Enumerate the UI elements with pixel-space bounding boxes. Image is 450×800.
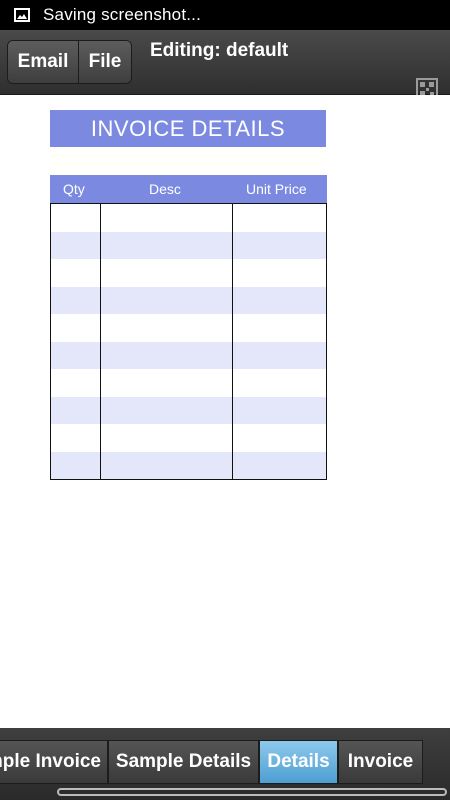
tab-details[interactable]: Details bbox=[259, 740, 338, 784]
table-row[interactable] bbox=[51, 259, 326, 287]
table-row[interactable] bbox=[51, 396, 326, 424]
table-row[interactable] bbox=[51, 424, 326, 452]
column-divider bbox=[232, 204, 233, 479]
table-row[interactable] bbox=[51, 286, 326, 314]
invoice-table-body bbox=[50, 203, 327, 480]
table-row[interactable] bbox=[51, 204, 326, 232]
file-button[interactable]: File bbox=[79, 41, 131, 83]
tab-strip[interactable]: Sample Invoice Sample Details Details In… bbox=[0, 740, 450, 784]
invoice-title: INVOICE DETAILS bbox=[50, 110, 326, 147]
invoice-spacer bbox=[50, 147, 326, 175]
column-header-qty: Qty bbox=[63, 181, 85, 197]
tab-invoice[interactable]: Invoice bbox=[338, 740, 423, 784]
invoice-canvas: INVOICE DETAILS Qty Desc Unit Price bbox=[0, 95, 450, 728]
email-button[interactable]: Email bbox=[8, 41, 79, 83]
invoice-table: Qty Desc Unit Price bbox=[50, 175, 327, 480]
table-row[interactable] bbox=[51, 314, 326, 342]
image-icon bbox=[14, 8, 30, 22]
column-divider bbox=[100, 204, 101, 479]
horizontal-scrollbar[interactable] bbox=[57, 788, 447, 796]
table-row[interactable] bbox=[51, 369, 326, 397]
tab-sample-invoice[interactable]: Sample Invoice bbox=[0, 740, 108, 784]
column-header-desc: Desc bbox=[149, 181, 181, 197]
invoice-table-header: Qty Desc Unit Price bbox=[50, 175, 327, 203]
toolbar-button-group: Email File bbox=[7, 40, 132, 84]
status-bar: Saving screenshot... bbox=[0, 0, 450, 30]
column-header-unit-price: Unit Price bbox=[246, 181, 307, 197]
notification-text: Saving screenshot... bbox=[43, 5, 202, 24]
page-title: Editing: default bbox=[150, 40, 289, 61]
table-row[interactable] bbox=[51, 231, 326, 259]
bottom-tab-bar: Sample Invoice Sample Details Details In… bbox=[0, 728, 450, 800]
table-row[interactable] bbox=[51, 341, 326, 369]
tab-sample-details[interactable]: Sample Details bbox=[108, 740, 259, 784]
table-row[interactable] bbox=[51, 451, 326, 479]
app-toolbar: Email File Editing: default bbox=[0, 30, 450, 100]
